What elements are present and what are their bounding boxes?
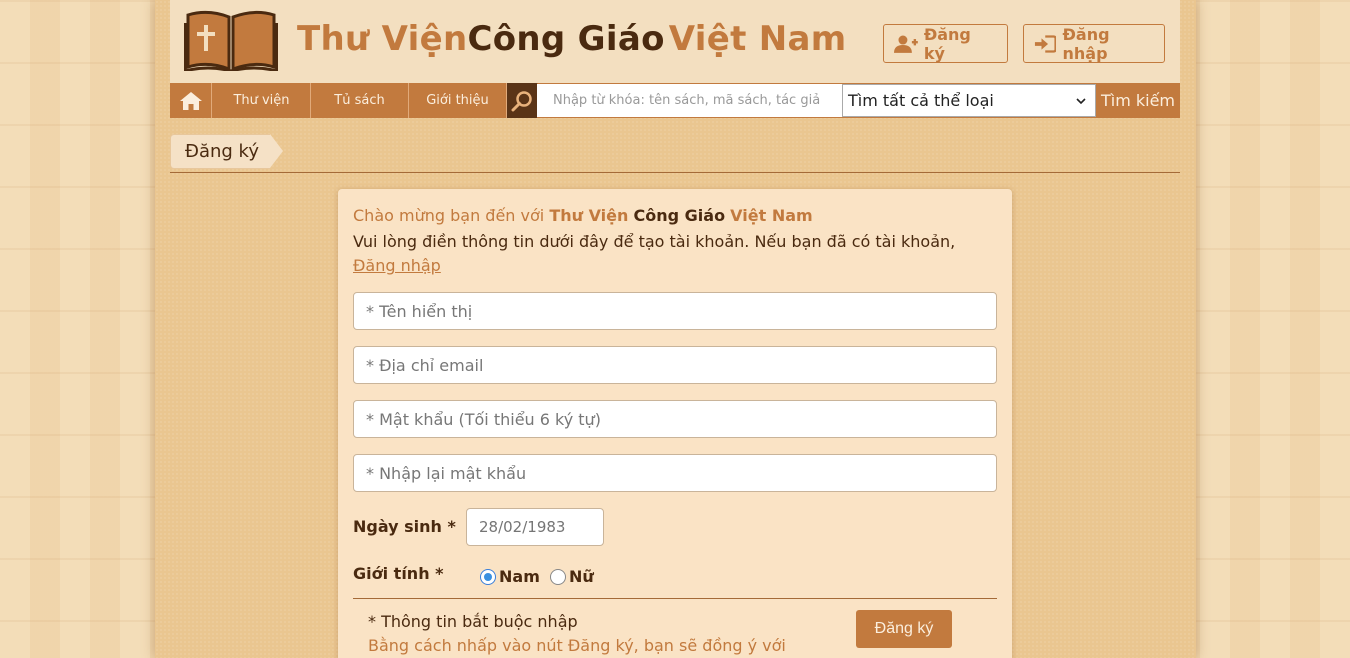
brand-part-2: Công Giáo bbox=[467, 19, 665, 59]
intro-text: Vui lòng điền thông tin dưới đây để tạo … bbox=[353, 230, 1001, 278]
category-select-value: Tìm tất cả thể loại bbox=[848, 91, 994, 110]
required-note: * Thông tin bắt buộc nhập bbox=[368, 612, 578, 631]
nav-home-link[interactable] bbox=[170, 83, 212, 118]
radio-unchecked-icon[interactable] bbox=[550, 568, 566, 585]
welcome-brand-1: Thư Viện bbox=[549, 206, 629, 225]
submit-register-button[interactable]: Đăng ký bbox=[856, 610, 952, 648]
nav-item-bookshelf[interactable]: Tủ sách bbox=[311, 83, 409, 118]
gender-option-female-label: Nữ bbox=[569, 567, 594, 586]
register-button-label: Đăng ký bbox=[923, 24, 971, 63]
search-button[interactable]: Tìm kiếm bbox=[1096, 83, 1180, 118]
birthday-label: Ngày sinh * bbox=[353, 517, 456, 536]
chevron-down-icon bbox=[1076, 98, 1086, 105]
form-divider bbox=[353, 598, 997, 599]
nav-item-library[interactable]: Thư viện bbox=[213, 83, 311, 118]
confirm-password-field[interactable] bbox=[353, 454, 997, 492]
password-field[interactable] bbox=[353, 400, 997, 438]
login-link[interactable]: Đăng nhập bbox=[353, 256, 441, 275]
login-button-label: Đăng nhập bbox=[1062, 24, 1110, 63]
display-name-field[interactable] bbox=[353, 292, 997, 330]
gender-label: Giới tính * bbox=[353, 564, 444, 583]
sign-in-icon bbox=[1034, 34, 1057, 53]
site-header: Thư ViệnCông Giáo Việt Nam Đăng ký Đăng n… bbox=[170, 0, 1180, 83]
content-column: Thư ViệnCông Giáo Việt Nam Đăng ký Đăng n… bbox=[170, 0, 1180, 658]
brand-part-3: Việt Nam bbox=[668, 19, 847, 59]
open-book-cross-icon[interactable] bbox=[184, 9, 278, 71]
user-plus-icon bbox=[894, 35, 918, 53]
welcome-brand-3: Việt Nam bbox=[730, 206, 813, 225]
register-button[interactable]: Đăng ký bbox=[883, 24, 1008, 63]
search-input[interactable] bbox=[537, 84, 842, 117]
breadcrumb-current: Đăng ký bbox=[185, 141, 259, 162]
welcome-brand-2: Công Giáo bbox=[633, 206, 726, 225]
gender-option-female[interactable]: Nữ bbox=[550, 567, 594, 586]
magnifier-icon bbox=[511, 90, 532, 111]
gender-option-male[interactable]: Nam bbox=[480, 567, 540, 586]
category-select[interactable]: Tìm tất cả thể loại bbox=[842, 84, 1096, 117]
register-form-card: Chào mừng bạn đến với Thư Viện Công Giáo… bbox=[338, 189, 1012, 658]
gender-option-male-label: Nam bbox=[499, 567, 540, 586]
birthday-field[interactable] bbox=[466, 508, 604, 546]
breadcrumb: Đăng ký bbox=[170, 134, 283, 169]
intro-body: Vui lòng điền thông tin dưới đây để tạo … bbox=[353, 232, 956, 251]
breadcrumb-divider bbox=[170, 172, 1180, 173]
site-brand[interactable]: Thư ViệnCông Giáo Việt Nam bbox=[297, 19, 847, 59]
welcome-prefix: Chào mừng bạn đến với bbox=[353, 206, 550, 225]
page-container: Thư ViệnCông Giáo Việt Nam Đăng ký Đăng n… bbox=[155, 0, 1196, 658]
agreement-text: Bằng cách nhấp vào nút Đăng ký, bạn sẽ đ… bbox=[368, 636, 786, 655]
home-icon bbox=[179, 91, 202, 110]
search-icon-tab[interactable] bbox=[507, 83, 547, 118]
brand-part-1: Thư Viện bbox=[297, 19, 468, 59]
nav-item-about[interactable]: Giới thiệu bbox=[409, 83, 507, 118]
main-navbar: Thư viện Tủ sách Giới thiệu Tìm tất cả t… bbox=[170, 83, 1180, 118]
radio-checked-icon[interactable] bbox=[480, 568, 496, 585]
login-button[interactable]: Đăng nhập bbox=[1023, 24, 1165, 63]
email-field[interactable] bbox=[353, 346, 997, 384]
welcome-text: Chào mừng bạn đến với Thư Viện Công Giáo… bbox=[353, 206, 813, 225]
